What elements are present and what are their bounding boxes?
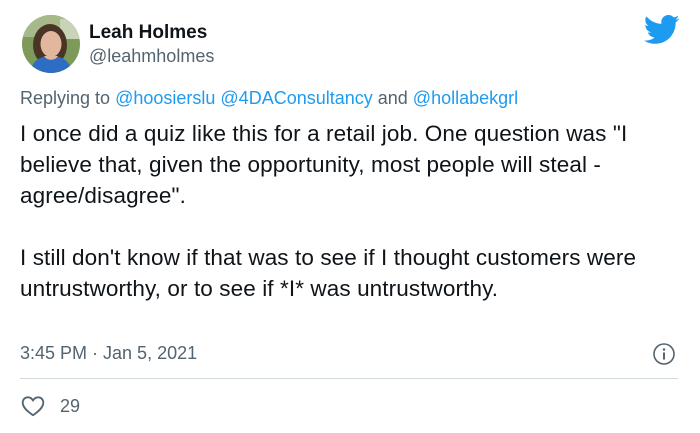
- mention-link[interactable]: @hollabekgrl: [413, 88, 518, 108]
- heart-icon[interactable]: [20, 393, 46, 419]
- replying-joiner: and: [372, 88, 413, 108]
- mention-link[interactable]: @hoosierslu: [115, 88, 215, 108]
- divider: [20, 378, 678, 379]
- twitter-bird-icon[interactable]: [644, 14, 680, 46]
- author-name[interactable]: Leah Holmes: [89, 22, 207, 44]
- author-handle[interactable]: @leahmholmes: [89, 46, 214, 67]
- replying-prefix: Replying to: [20, 88, 116, 108]
- info-icon[interactable]: [652, 342, 676, 366]
- like-button[interactable]: 29: [20, 393, 80, 419]
- replying-to: Replying to @hoosierslu @4DAConsultancy …: [20, 88, 518, 109]
- avatar[interactable]: [22, 15, 80, 73]
- avatar-image: [22, 15, 80, 73]
- tweet-timestamp[interactable]: 3:45 PM · Jan 5, 2021: [20, 343, 197, 364]
- tweet-text: I once did a quiz like this for a retail…: [20, 121, 637, 301]
- like-count: 29: [60, 395, 81, 416]
- mention-link[interactable]: @4DAConsultancy: [220, 88, 372, 108]
- tweet-card: Leah Holmes @leahmholmes Replying to @ho…: [0, 0, 700, 433]
